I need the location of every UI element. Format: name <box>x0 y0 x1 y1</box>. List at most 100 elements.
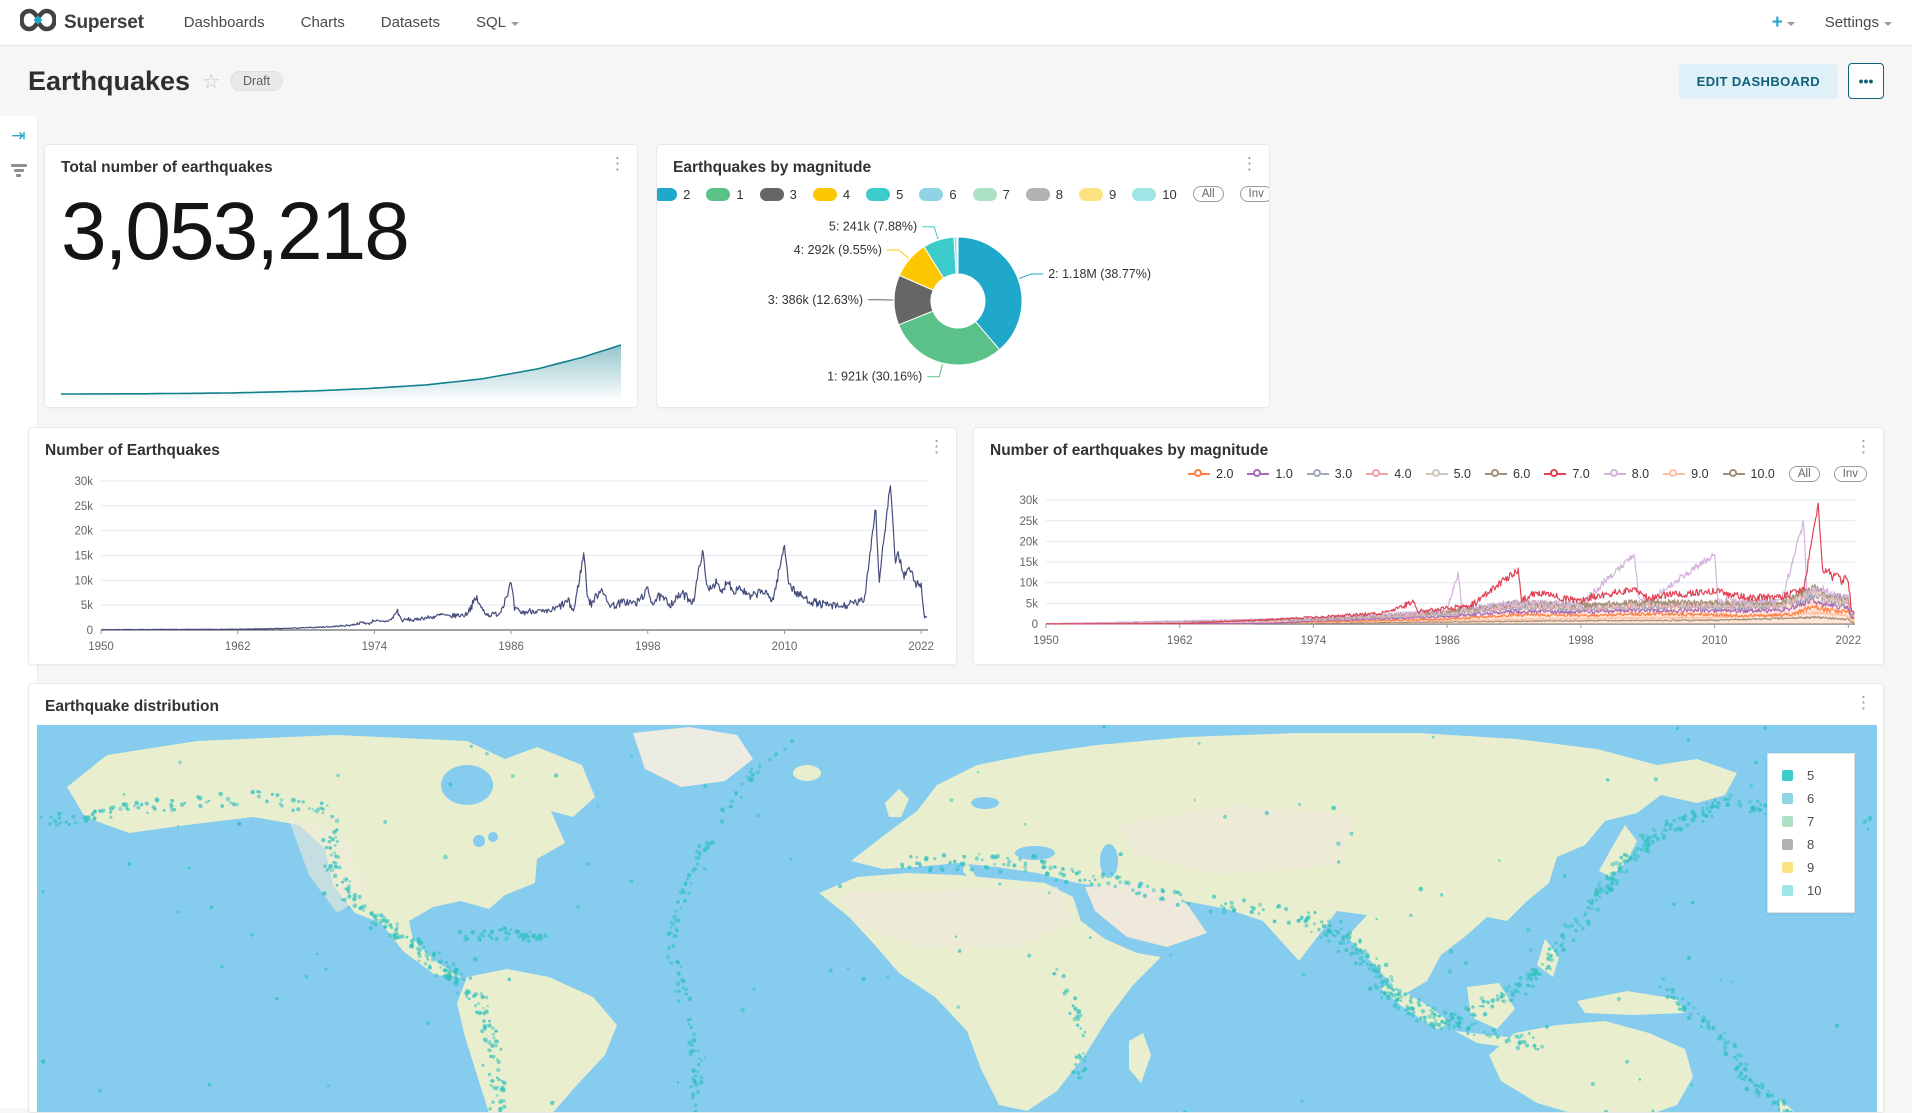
legend-item-2[interactable]: 2 <box>656 187 690 202</box>
legend-item-9[interactable]: 9 <box>1079 187 1116 202</box>
legend-button-inv[interactable]: Inv <box>1834 466 1867 482</box>
legend-label: 9 <box>1807 860 1814 875</box>
nav-item-dashboards[interactable]: Dashboards <box>184 14 265 31</box>
settings-menu[interactable]: Settings <box>1825 14 1892 31</box>
legend-line-marker <box>1604 469 1626 479</box>
edit-dashboard-button[interactable]: EDIT DASHBOARD <box>1679 64 1838 99</box>
nav-item-sql[interactable]: SQL <box>476 14 519 31</box>
more-options-button[interactable]: ••• <box>1848 63 1884 99</box>
legend-item-5.0[interactable]: 5.0 <box>1426 467 1471 481</box>
chart-title: Earthquakes by magnitude <box>673 159 871 177</box>
world-map[interactable] <box>37 725 1877 1113</box>
legend-item-4.0[interactable]: 4.0 <box>1366 467 1411 481</box>
legend-item-10[interactable]: 10 <box>1132 187 1176 202</box>
big-number-value: 3,053,218 <box>45 177 637 273</box>
legend-item-9.0[interactable]: 9.0 <box>1663 467 1708 481</box>
chart-menu-kebab-icon[interactable]: ⋮ <box>928 442 942 451</box>
chart-card-earthquakes-by-magnitude: Earthquakes by magnitude ⋮ 2 1 3 4 5 6 7 8 9 10 Al… <box>656 144 1270 408</box>
slice-label-2: 2: 1.18M (38.77%) <box>1048 267 1151 281</box>
legend-swatch <box>1132 188 1156 201</box>
map-legend-item-9[interactable]: 9 <box>1780 856 1842 879</box>
navbar-right: + Settings <box>1772 12 1892 34</box>
x-axis-tick: 1962 <box>225 641 251 653</box>
legend-item-4[interactable]: 4 <box>813 187 850 202</box>
y-axis-tick: 20k <box>74 526 93 538</box>
chart-title: Number of Earthquakes <box>45 442 220 460</box>
header-actions: EDIT DASHBOARD ••• <box>1679 63 1884 99</box>
legend-label: 7.0 <box>1572 467 1589 481</box>
favorite-star-icon[interactable]: ☆ <box>202 69 220 94</box>
x-axis-tick: 2010 <box>1702 635 1728 647</box>
chart-menu-kebab-icon[interactable]: ⋮ <box>1855 442 1869 451</box>
status-badge: Draft <box>230 71 283 91</box>
multi-line-chart[interactable]: 05k10k15k20k25k30k1950196219741986199820… <box>990 484 1869 650</box>
y-axis-tick: 0 <box>1032 619 1038 631</box>
x-axis-tick: 2022 <box>908 641 934 653</box>
y-axis-tick: 10k <box>74 575 93 587</box>
x-axis-tick: 1974 <box>1301 635 1327 647</box>
legend-button-inv[interactable]: Inv <box>1240 186 1270 202</box>
chart-menu-kebab-icon[interactable]: ⋮ <box>1855 698 1869 707</box>
legend-item-6.0[interactable]: 6.0 <box>1485 467 1530 481</box>
add-new-button[interactable]: + <box>1772 12 1795 34</box>
legend-swatch <box>1026 188 1050 201</box>
legend-item-1.0[interactable]: 1.0 <box>1247 467 1292 481</box>
filter-icon[interactable] <box>11 164 27 177</box>
y-axis-tick: 20k <box>1019 536 1038 548</box>
donut-chart[interactable]: 2: 1.18M (38.77%) 1: 921k (30.16%) 3: 386k… <box>673 202 1255 398</box>
legend-line-marker <box>1247 469 1269 479</box>
legend-line-marker <box>1307 469 1329 479</box>
chart-card-total-earthquakes: Total number of earthquakes ⋮ 3,053,218 <box>44 144 638 408</box>
legend-item-7.0[interactable]: 7.0 <box>1544 467 1589 481</box>
chevron-down-icon <box>1884 22 1892 26</box>
legend-item-5[interactable]: 5 <box>866 187 903 202</box>
x-axis-tick: 1998 <box>1568 635 1594 647</box>
slice-label-3: 3: 386k (12.63%) <box>768 293 863 307</box>
superset-logo[interactable]: Superset <box>20 8 144 37</box>
map-legend-item-8[interactable]: 8 <box>1780 833 1842 856</box>
map-legend-item-10[interactable]: 10 <box>1780 879 1842 902</box>
legend-item-2.0[interactable]: 2.0 <box>1188 467 1233 481</box>
legend-label: 7 <box>1003 187 1010 202</box>
legend-label: 8 <box>1807 837 1814 852</box>
nav-item-charts[interactable]: Charts <box>301 14 345 31</box>
chart-menu-kebab-icon[interactable]: ⋮ <box>609 159 623 168</box>
nav-item-datasets[interactable]: Datasets <box>381 14 440 31</box>
legend-item-7[interactable]: 7 <box>973 187 1010 202</box>
chart-menu-kebab-icon[interactable]: ⋮ <box>1241 159 1255 168</box>
expand-filter-bar-icon[interactable]: ⇥ <box>11 126 25 146</box>
map-legend-item-7[interactable]: 7 <box>1780 810 1842 833</box>
legend-item-3[interactable]: 3 <box>760 187 797 202</box>
legend-line-marker <box>1485 469 1507 479</box>
legend-line-marker <box>1366 469 1388 479</box>
x-axis-tick: 1986 <box>498 641 524 653</box>
legend-label: 1.0 <box>1275 467 1292 481</box>
legend-label: 2 <box>683 187 690 202</box>
y-axis-tick: 15k <box>1019 557 1038 569</box>
y-axis-tick: 15k <box>74 550 93 562</box>
legend-item-8[interactable]: 8 <box>1026 187 1063 202</box>
legend-item-3.0[interactable]: 3.0 <box>1307 467 1352 481</box>
map-legend-item-6[interactable]: 6 <box>1780 787 1842 810</box>
legend-line-marker <box>1188 469 1210 479</box>
x-axis-tick: 1950 <box>88 641 114 653</box>
legend-button-all[interactable]: All <box>1193 186 1224 202</box>
y-axis-tick: 0 <box>87 625 93 637</box>
trendline-sparkline[interactable] <box>61 339 621 399</box>
slice-label-1: 1: 921k (30.16%) <box>827 370 922 384</box>
line-chart[interactable]: 05k10k15k20k25k30k1950196219741986199820… <box>45 464 942 656</box>
legend-line-marker <box>1426 469 1448 479</box>
legend-item-10.0[interactable]: 10.0 <box>1723 467 1775 481</box>
legend-item-6[interactable]: 6 <box>919 187 956 202</box>
map-legend-item-5[interactable]: 5 <box>1780 764 1842 787</box>
legend-button-all[interactable]: All <box>1789 466 1820 482</box>
legend-item-1[interactable]: 1 <box>706 187 743 202</box>
legend-item-8.0[interactable]: 8.0 <box>1604 467 1649 481</box>
legend-label: 1 <box>736 187 743 202</box>
legend-label: 3.0 <box>1335 467 1352 481</box>
legend-label: 6 <box>1807 791 1814 806</box>
chevron-down-icon <box>511 22 519 26</box>
legend-swatch <box>866 188 890 201</box>
legend-label: 2.0 <box>1216 467 1233 481</box>
y-axis-tick: 25k <box>1019 516 1038 528</box>
